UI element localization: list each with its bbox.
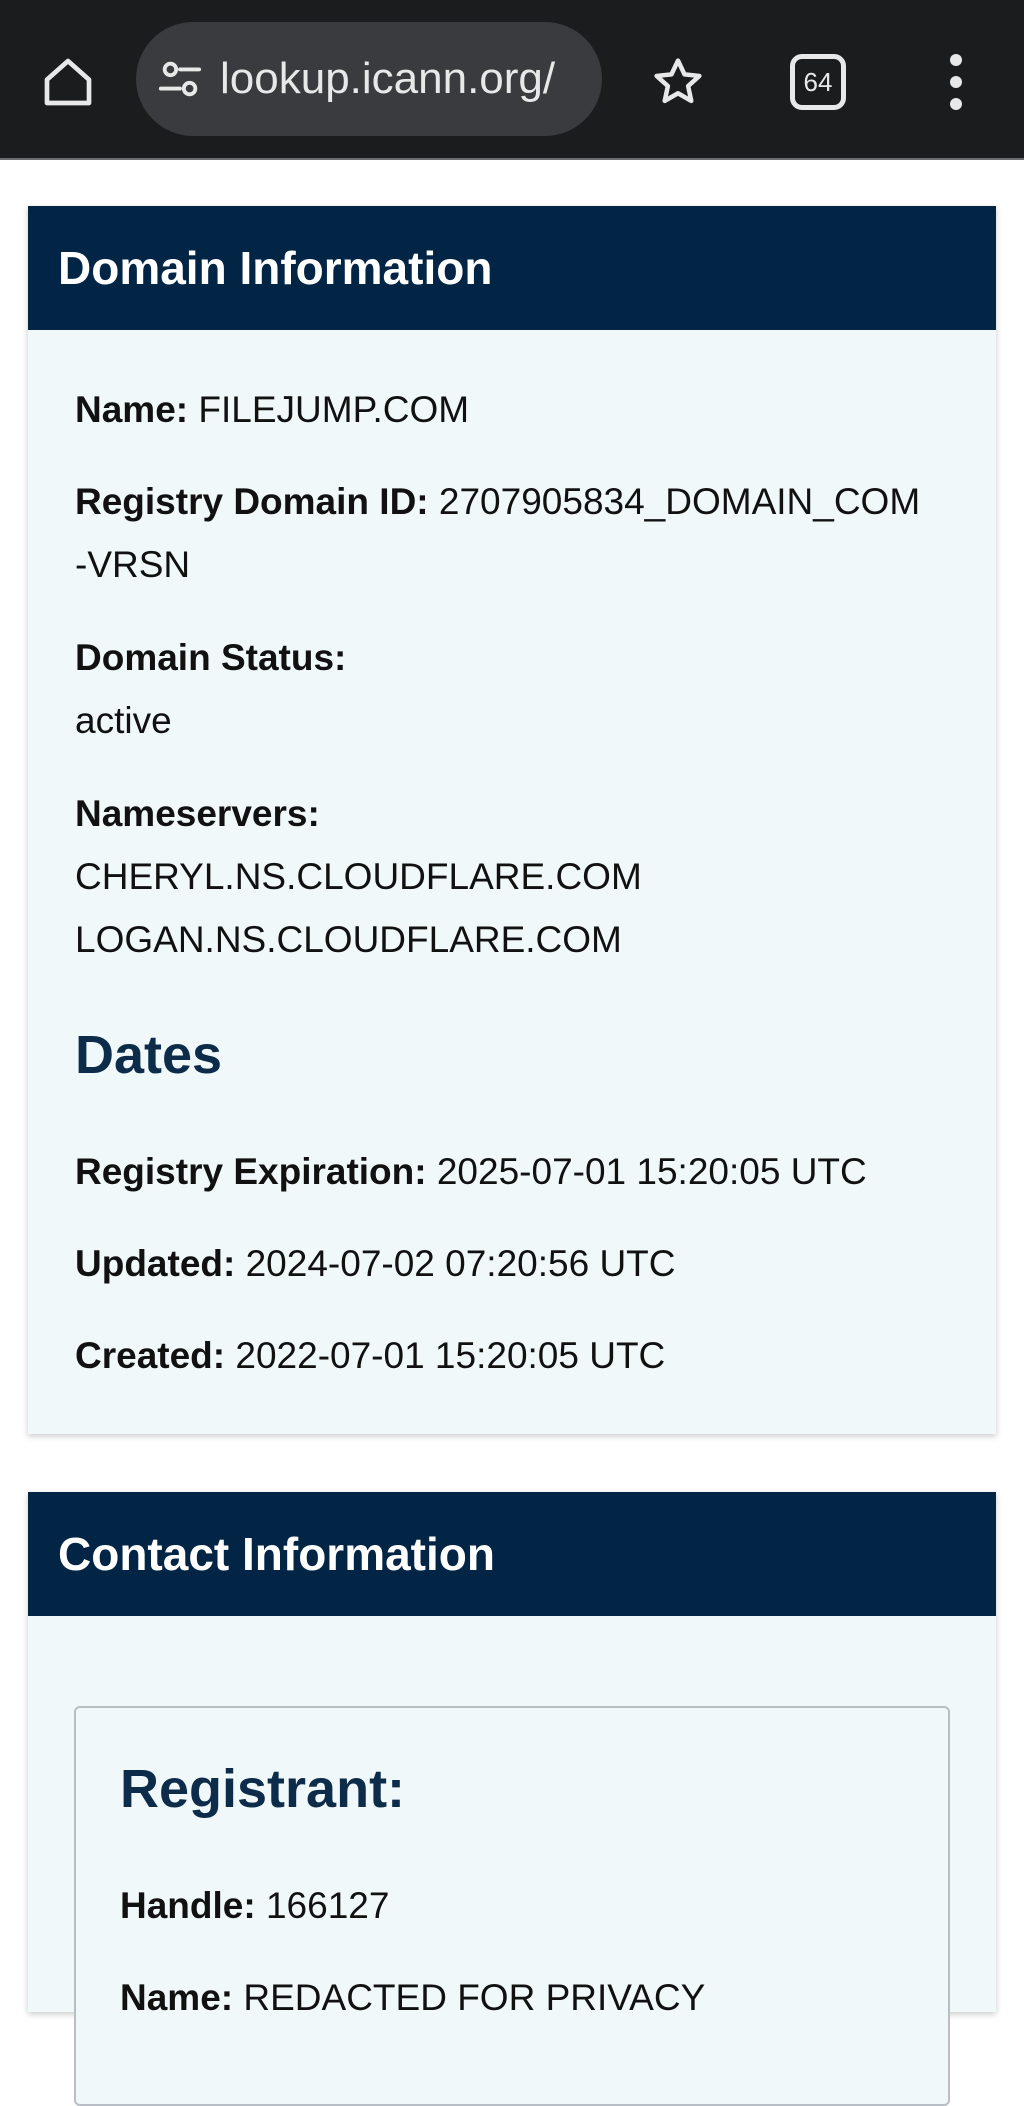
field-created: Created: 2022-07-01 15:20:05 UTC: [75, 1324, 975, 1387]
dates-title: Dates: [75, 1025, 223, 1085]
field-domain-status: Domain Status: active: [75, 626, 975, 752]
home-button[interactable]: [36, 50, 100, 114]
name-label: Name:: [75, 389, 189, 430]
tune-icon: [158, 61, 202, 97]
updated-label: Updated:: [75, 1243, 236, 1284]
field-registry-expiration: Registry Expiration: 2025-07-01 15:20:05…: [75, 1140, 975, 1203]
registrant-name-label: Name:: [120, 1977, 234, 2018]
field-name: Name: FILEJUMP.COM: [75, 378, 975, 441]
browser-toolbar: lookup.icann.org/ 64: [0, 0, 1024, 160]
nameserver-item: LOGAN.NS.CLOUDFLARE.COM: [75, 919, 622, 960]
handle-label: Handle:: [120, 1885, 256, 1926]
tab-count: 64: [803, 66, 833, 97]
registrant-title: Registrant:: [120, 1759, 406, 1819]
created-label: Created:: [75, 1335, 226, 1376]
contact-information-header: Contact Information: [28, 1492, 996, 1616]
address-bar[interactable]: lookup.icann.org/: [136, 22, 602, 136]
dot-icon: [950, 98, 962, 110]
bookmark-button[interactable]: [646, 50, 710, 114]
star-icon: [654, 58, 702, 104]
dot-icon: [950, 76, 962, 88]
site-settings-button[interactable]: [156, 55, 204, 103]
domain-information-card: Domain Information Name: FILEJUMP.COM Re…: [28, 206, 996, 1434]
status-value: active: [75, 700, 172, 741]
registrant-name-value: REDACTED FOR PRIVACY: [243, 1977, 706, 2018]
updated-value: 2024-07-02 07:20:56 UTC: [245, 1243, 676, 1284]
expiration-value: 2025-07-01 15:20:05 UTC: [436, 1151, 867, 1192]
handle-value: 166127: [265, 1885, 390, 1926]
field-nameservers: Nameservers: CHERYL.NS.CLOUDFLARE.COM LO…: [75, 782, 975, 971]
registry-id-label: Registry Domain ID:: [75, 481, 429, 522]
dot-icon: [950, 54, 962, 66]
home-icon: [44, 58, 92, 106]
field-updated: Updated: 2024-07-02 07:20:56 UTC: [75, 1232, 975, 1295]
registry-id-value: 2707905834_DOMAIN_COM: [438, 481, 921, 522]
field-registrant-name: Name: REDACTED FOR PRIVACY: [120, 1966, 705, 2029]
status-label: Domain Status:: [75, 637, 347, 678]
domain-information-header: Domain Information: [28, 206, 996, 330]
field-registry-domain-id: Registry Domain ID: 2707905834_DOMAIN_CO…: [75, 470, 975, 596]
registry-id-value-cont: -VRSN: [75, 544, 191, 585]
tab-switcher-button[interactable]: 64: [790, 54, 846, 110]
contact-information-card: Contact Information Registrant: Handle: …: [28, 1492, 996, 2106]
registrant-card: Registrant: Handle: 166127 Name: REDACTE…: [74, 1706, 950, 2106]
field-handle: Handle: 166127: [120, 1874, 389, 1937]
more-menu-button[interactable]: [940, 50, 972, 114]
expiration-label: Registry Expiration:: [75, 1151, 427, 1192]
created-value: 2022-07-01 15:20:05 UTC: [235, 1335, 666, 1376]
name-value: FILEJUMP.COM: [198, 389, 470, 430]
nameserver-item: CHERYL.NS.CLOUDFLARE.COM: [75, 856, 642, 897]
url-text[interactable]: lookup.icann.org/: [220, 54, 572, 104]
nameservers-label: Nameservers:: [75, 793, 320, 834]
